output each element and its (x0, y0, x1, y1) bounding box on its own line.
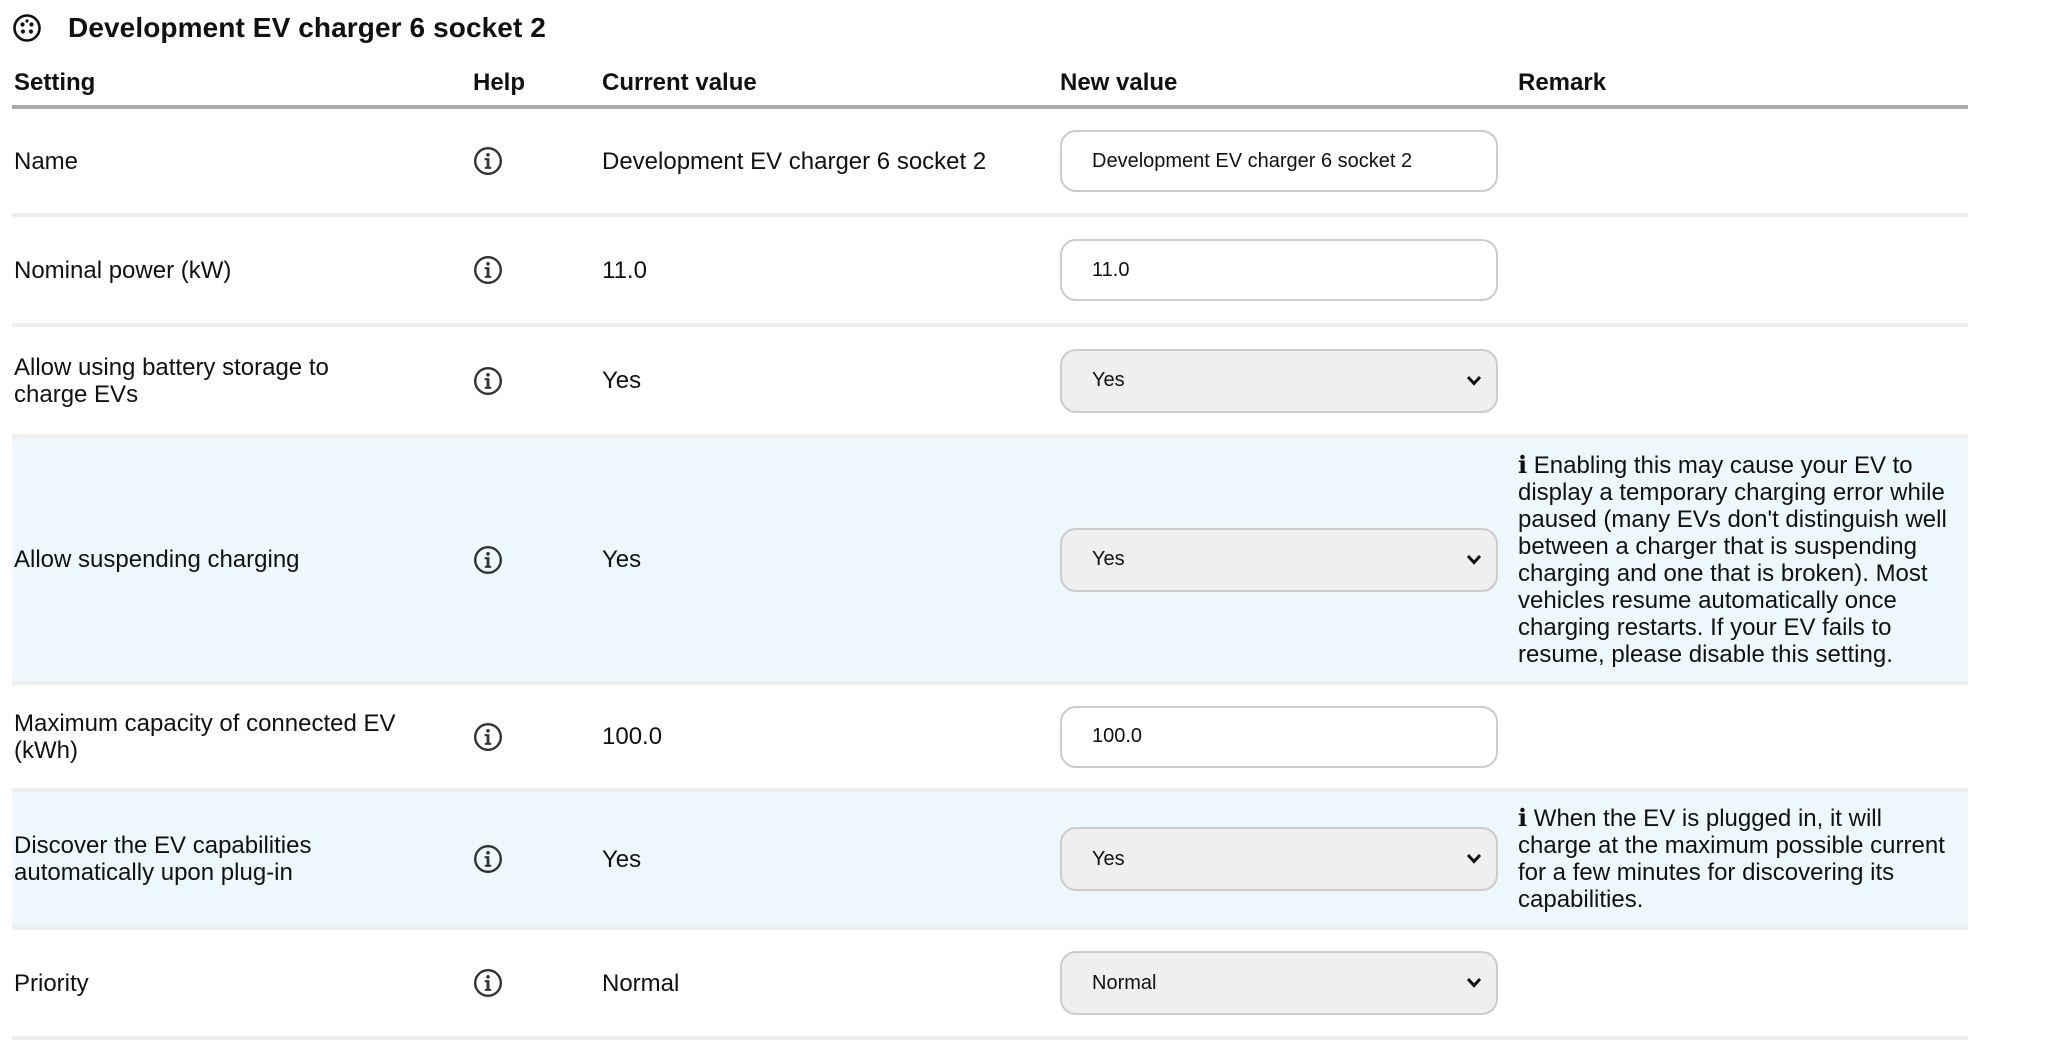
priority-select-value: Normal (1092, 971, 1157, 994)
battery-storage-select-value: Yes (1092, 369, 1125, 391)
column-header-current-value: Current value (600, 60, 1058, 109)
help-cell (471, 215, 600, 327)
column-header-help: Help (471, 60, 600, 109)
column-header-new-value: New value (1058, 60, 1516, 109)
info-circle-icon[interactable] (473, 968, 503, 998)
page-header: Development EV charger 6 socket 2 (12, 8, 546, 48)
column-header-setting: Setting (12, 60, 471, 109)
table-row: Maximum capacity of connected EV (kWh) 1… (12, 683, 1968, 792)
remark (1516, 107, 1968, 217)
remark (1516, 325, 1968, 438)
suspend-charging-select[interactable]: Yes (1060, 527, 1498, 592)
priority-select[interactable]: Normal (1060, 951, 1498, 1015)
name-input-value: Development EV charger 6 socket 2 (1092, 149, 1413, 172)
info-circle-icon[interactable] (473, 255, 503, 285)
suspend-charging-select-value: Yes (1092, 548, 1125, 570)
info-circle-icon[interactable] (473, 844, 503, 874)
new-value-cell: 11.0 (1058, 215, 1516, 327)
info-circle-icon[interactable] (473, 366, 503, 396)
max-capacity-input[interactable]: 100.0 (1060, 705, 1498, 768)
remark (1516, 683, 1968, 792)
new-value-cell: 100.0 (1058, 683, 1516, 792)
max-capacity-input-value: 100.0 (1092, 725, 1143, 747)
nominal-power-input-value: 11.0 (1092, 258, 1130, 281)
settings-page: Development EV charger 6 socket 2 Settin… (0, 0, 2046, 1043)
current-value: 11.0 (600, 215, 1058, 327)
new-value-cell: Yes (1058, 436, 1516, 685)
setting-label: Allow suspending charging (12, 436, 471, 685)
new-value-cell: Normal (1058, 928, 1516, 1040)
help-cell (471, 107, 600, 217)
column-header-remark: Remark (1516, 60, 1968, 109)
table-row: Priority Normal Normal (12, 928, 1968, 1040)
info-circle-icon[interactable] (473, 146, 503, 176)
table-row: Name Development EV charger 6 socket 2 D… (12, 107, 1968, 217)
setting-label: Discover the EV capabilities automatical… (12, 790, 471, 930)
setting-label: Allow using battery storage to charge EV… (12, 325, 471, 438)
current-value: Yes (600, 325, 1058, 438)
table-row: Nominal power (kW) 11.0 11.0 (12, 215, 1968, 327)
current-value: Yes (600, 790, 1058, 930)
table-row: Discover the EV capabilities automatical… (12, 790, 1968, 930)
table-row: Allow using battery storage to charge EV… (12, 325, 1968, 438)
info-circle-icon[interactable] (473, 545, 503, 575)
battery-storage-select[interactable]: Yes (1060, 348, 1498, 413)
remark (1516, 215, 1968, 327)
help-cell (471, 683, 600, 792)
name-input[interactable]: Development EV charger 6 socket 2 (1060, 130, 1498, 192)
setting-label: Maximum capacity of connected EV (kWh) (12, 683, 471, 792)
current-value: Normal (600, 928, 1058, 1040)
new-value-cell: Yes (1058, 790, 1516, 930)
chevron-down-icon (1466, 375, 1482, 386)
chevron-down-icon (1466, 554, 1482, 565)
current-value: Development EV charger 6 socket 2 (600, 107, 1058, 217)
new-value-cell: Yes (1058, 325, 1516, 438)
help-cell (471, 325, 600, 438)
setting-label-text: Discover the EV capabilities automatical… (14, 832, 312, 886)
setting-label: Name (12, 107, 471, 217)
nominal-power-input[interactable]: 11.0 (1060, 239, 1498, 301)
page-title: Development EV charger 6 socket 2 (68, 12, 546, 43)
current-value: Yes (600, 436, 1058, 685)
chevron-down-icon (1466, 853, 1482, 864)
help-cell (471, 790, 600, 930)
new-value-cell: Development EV charger 6 socket 2 (1058, 107, 1516, 217)
info-circle-icon[interactable] (473, 722, 503, 752)
setting-label: Priority (12, 928, 471, 1040)
settings-table: Setting Help Current value New value Rem… (12, 60, 1968, 1040)
ev-plug-socket-icon (13, 14, 41, 42)
table-header-row: Setting Help Current value New value Rem… (12, 60, 1968, 109)
chevron-down-icon (1466, 977, 1482, 988)
setting-label-text: Maximum capacity of connected EV (kWh) (14, 709, 396, 764)
current-value: 100.0 (600, 683, 1058, 792)
table-row: Allow suspending charging Yes Yes ℹ Enab… (12, 436, 1968, 685)
remark-discover-capabilities: ℹ When the EV is plugged in, it will cha… (1516, 790, 1968, 930)
remark-suspend-charging: ℹ Enabling this may cause your EV to dis… (1516, 436, 1968, 685)
discover-capabilities-select[interactable]: Yes (1060, 827, 1498, 891)
help-cell (471, 928, 600, 1040)
setting-label: Nominal power (kW) (12, 215, 471, 327)
help-cell (471, 436, 600, 685)
discover-capabilities-select-value: Yes (1092, 847, 1125, 870)
setting-label-text: Allow using battery storage to charge EV… (14, 353, 329, 408)
remark (1516, 928, 1968, 1040)
